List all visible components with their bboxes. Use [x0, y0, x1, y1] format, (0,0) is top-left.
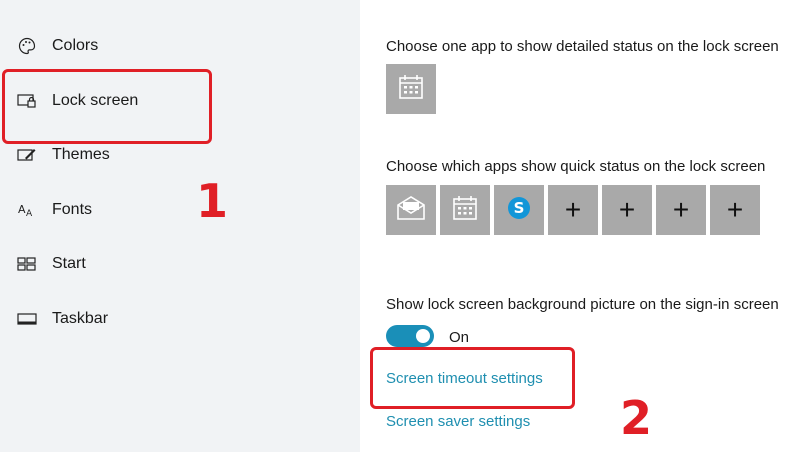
sidebar-item-themes[interactable]: Themes [16, 140, 110, 170]
screen-saver-settings-link[interactable]: Screen saver settings [386, 413, 530, 430]
start-icon [16, 255, 38, 273]
mail-icon [396, 195, 426, 226]
detailed-status-heading: Choose one app to show detailed status o… [386, 38, 779, 55]
taskbar-icon [16, 310, 38, 328]
sidebar: Colors Lock screen Themes AA Fonts Start… [0, 0, 360, 452]
sidebar-item-label: Taskbar [52, 310, 109, 327]
add-icon: + [564, 194, 582, 225]
calendar-icon [452, 195, 478, 226]
step-number-2: 2 [620, 391, 653, 445]
background-on-signin-toggle[interactable] [386, 325, 434, 347]
lock-screen-settings-pane: Choose one app to show detailed status o… [360, 0, 798, 452]
palette-icon [16, 37, 38, 55]
calendar-icon [398, 74, 424, 105]
toggle-state-label: On [449, 329, 470, 346]
detailed-status-app-tile[interactable] [386, 64, 436, 114]
sidebar-item-colors[interactable]: Colors [16, 31, 98, 61]
step-number-1: 1 [196, 174, 229, 228]
svg-text:A: A [18, 203, 26, 216]
fonts-icon: AA [16, 201, 38, 219]
quick-status-tile-mail[interactable] [386, 185, 436, 235]
add-icon: + [726, 194, 744, 225]
sidebar-item-label: Colors [52, 37, 99, 54]
sidebar-item-label: Lock screen [52, 92, 139, 109]
sidebar-item-fonts[interactable]: AA Fonts [16, 195, 92, 225]
sidebar-item-label: Start [52, 255, 86, 272]
toggle-knob [416, 329, 430, 343]
svg-text:A: A [26, 209, 33, 218]
quick-status-add-button[interactable]: + [548, 185, 598, 235]
sidebar-item-start[interactable]: Start [16, 249, 86, 279]
lock-screen-icon [16, 92, 38, 110]
sidebar-item-lock-screen[interactable]: Lock screen [16, 86, 138, 116]
background-on-signin-heading: Show lock screen background picture on t… [386, 296, 779, 313]
quick-status-heading: Choose which apps show quick status on t… [386, 158, 766, 175]
themes-icon [16, 146, 38, 164]
quick-status-tile-calendar[interactable] [440, 185, 490, 235]
skype-icon: S [506, 195, 532, 226]
quick-status-tile-skype[interactable]: S [494, 185, 544, 235]
quick-status-add-button[interactable]: + [602, 185, 652, 235]
add-icon: + [672, 194, 690, 225]
sidebar-item-label: Fonts [52, 201, 93, 218]
add-icon: + [618, 194, 636, 225]
screen-timeout-settings-link[interactable]: Screen timeout settings [386, 370, 543, 387]
sidebar-item-label: Themes [52, 146, 110, 163]
quick-status-add-button[interactable]: + [710, 185, 760, 235]
sidebar-item-taskbar[interactable]: Taskbar [16, 304, 108, 334]
quick-status-add-button[interactable]: + [656, 185, 706, 235]
svg-text:S: S [514, 199, 525, 217]
